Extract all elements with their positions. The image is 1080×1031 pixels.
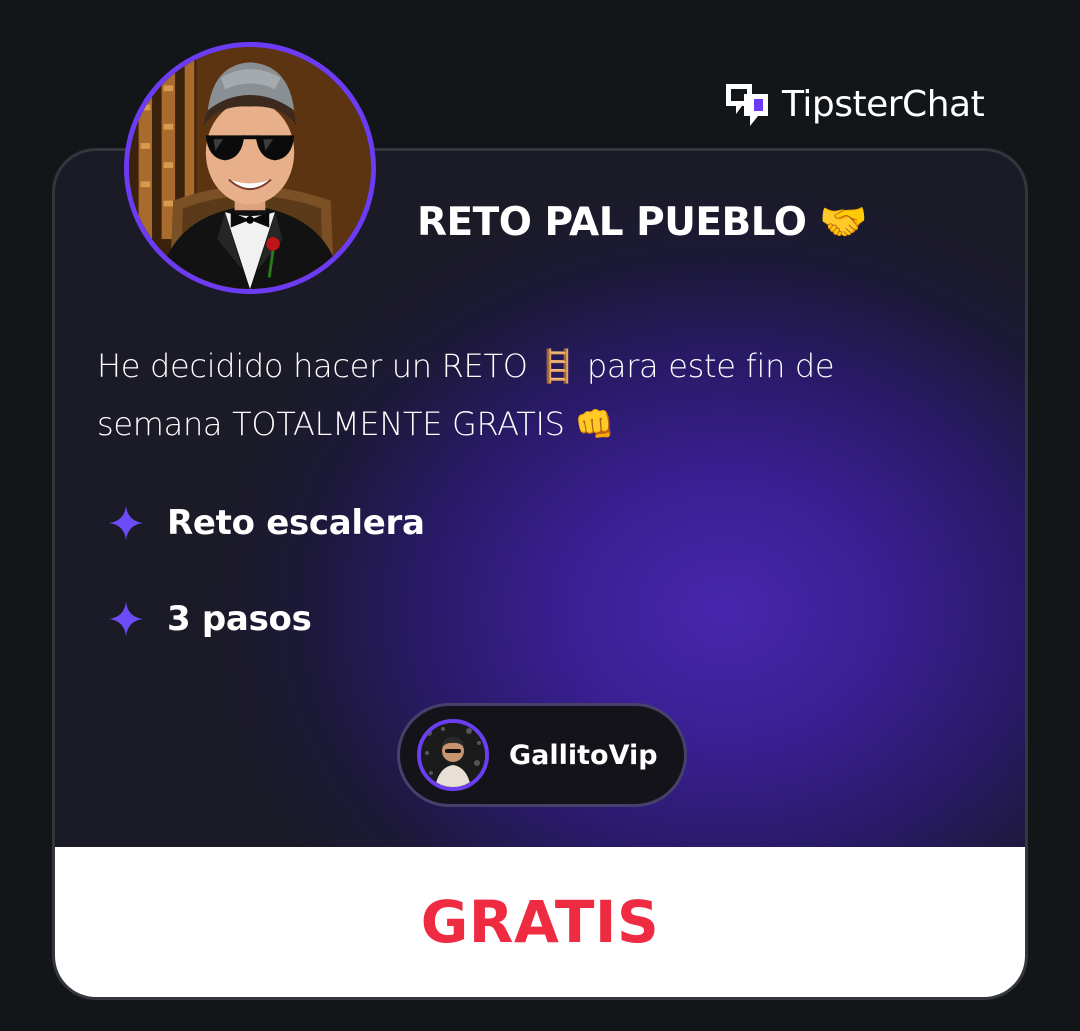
sparkle-icon: [108, 601, 144, 637]
description-line-1: He decidido hacer un RETO 🪜 para este fi…: [97, 347, 835, 385]
tipster-avatar[interactable]: [417, 719, 489, 791]
feature-item: Reto escalera: [107, 503, 425, 543]
tipster-avatar-large[interactable]: [124, 42, 376, 294]
feature-item: 3 pasos: [107, 599, 312, 639]
tipsterchat-brand: TipsterChat: [718, 76, 985, 132]
tipsterchat-logo-icon: [726, 84, 768, 126]
price-label: GRATIS: [420, 888, 660, 956]
tipster-name[interactable]: GallitoVip: [509, 740, 658, 771]
post-description: He decidido hacer un RETO 🪜 para este fi…: [97, 337, 917, 453]
price-footer[interactable]: GRATIS: [55, 847, 1025, 997]
tipster-profile-chip[interactable]: GallitoVip: [397, 703, 687, 807]
feature-label: 3 pasos: [167, 599, 312, 639]
description-line-2: semana TOTALMENTE GRATIS 👊: [97, 405, 615, 443]
post-title: RETO PAL PUEBLO 🤝: [417, 200, 868, 245]
feature-label: Reto escalera: [167, 503, 425, 543]
sparkle-icon: [108, 505, 144, 541]
brand-name: TipsterChat: [782, 83, 985, 125]
